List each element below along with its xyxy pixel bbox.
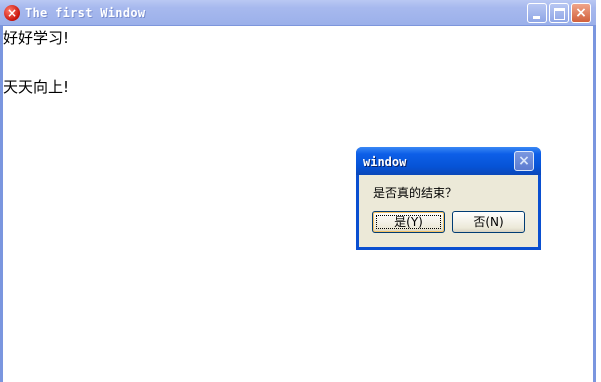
window-title: The first Window xyxy=(25,6,146,20)
error-close-icon: × xyxy=(4,5,20,21)
close-icon: × xyxy=(518,153,530,169)
background-edge xyxy=(596,0,601,382)
dialog-message: 是否真的结束？ xyxy=(373,186,458,200)
maximize-button[interactable] xyxy=(549,3,569,23)
yes-button[interactable]: 是(Y) xyxy=(372,211,445,233)
close-icon: × xyxy=(575,5,587,21)
confirm-dialog: window × 是否真的结束？ 是(Y) 否(N) xyxy=(356,147,541,250)
content-line-1: 好好学习! xyxy=(3,29,70,47)
no-button-label: 否(N) xyxy=(473,215,504,229)
content-line-2: 天天向上! xyxy=(3,78,70,96)
dialog-title: window xyxy=(363,155,407,169)
close-button[interactable]: × xyxy=(571,3,591,23)
no-button[interactable]: 否(N) xyxy=(452,211,525,233)
minimize-button[interactable] xyxy=(527,3,547,23)
dialog-titlebar[interactable]: window × xyxy=(356,147,541,175)
dialog-close-button[interactable]: × xyxy=(514,151,534,171)
focus-ring xyxy=(376,215,441,229)
window-titlebar[interactable]: × The first Window × xyxy=(0,0,596,26)
